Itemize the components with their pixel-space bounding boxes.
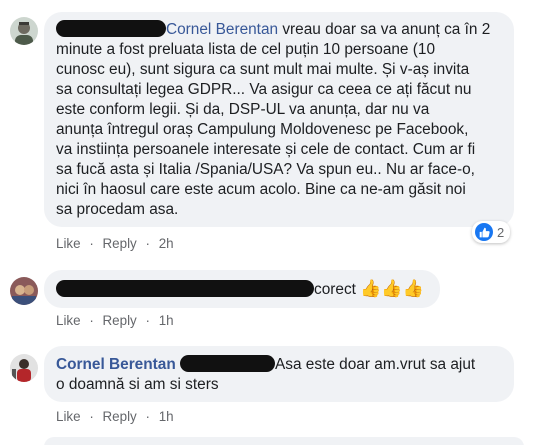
comment-actions: Like · Reply · 2h bbox=[56, 236, 179, 251]
comment-line: nici în haosul care este acum acolo. Bin… bbox=[56, 181, 466, 198]
comment-line: cunosc eu), sunt sigura ca sunt mult mai… bbox=[56, 61, 470, 78]
separator: · bbox=[145, 409, 150, 424]
comment-line: este conform legii. Și da, DSP-UL va anu… bbox=[56, 101, 430, 118]
separator: · bbox=[89, 313, 94, 328]
comment-line: o doamnă si am si sters bbox=[56, 376, 219, 393]
like-button[interactable]: Like bbox=[56, 236, 81, 251]
redacted-name bbox=[180, 355, 276, 372]
separator: · bbox=[145, 236, 150, 251]
avatar[interactable] bbox=[10, 354, 38, 382]
reply-button[interactable]: Reply bbox=[103, 409, 137, 424]
next-comment-bubble bbox=[44, 437, 524, 445]
comment-text: Cornel Berentan vreau doar sa va anunț c… bbox=[56, 20, 502, 220]
author-link[interactable]: Cornel Berentan bbox=[166, 21, 278, 38]
redacted-name bbox=[56, 280, 314, 297]
comment-line: sa procedam asa. bbox=[56, 201, 179, 218]
reply-button[interactable]: Reply bbox=[103, 236, 137, 251]
thumbs-up-icon bbox=[475, 223, 493, 241]
comment-text: corect bbox=[314, 281, 356, 298]
comment-line: va instiința persoanele interesate și ce… bbox=[56, 141, 476, 158]
reaction-badge[interactable]: 2 bbox=[472, 221, 511, 243]
comment-line: sa fucă asta și Italia /Spania/USA? Va s… bbox=[56, 161, 475, 178]
comment-bubble: corect 👍👍👍 bbox=[44, 270, 440, 308]
comment-bubble: Cornel Berentan vreau doar sa va anunț c… bbox=[44, 12, 514, 227]
reply-button[interactable]: Reply bbox=[103, 313, 137, 328]
avatar[interactable] bbox=[10, 17, 38, 45]
redacted-name bbox=[56, 20, 166, 37]
comment-line: Asa este doar am.vrut sa ajut bbox=[275, 356, 476, 373]
comment-actions: Like · Reply · 1h bbox=[56, 313, 179, 328]
separator: · bbox=[145, 313, 150, 328]
separator: · bbox=[89, 409, 94, 424]
separator: · bbox=[89, 236, 94, 251]
timestamp[interactable]: 1h bbox=[159, 313, 174, 328]
timestamp[interactable]: 1h bbox=[159, 409, 174, 424]
author-link[interactable]: Cornel Berentan bbox=[56, 356, 176, 373]
comment-line: minute a fost preluata lista de cel puți… bbox=[56, 41, 436, 58]
like-button[interactable]: Like bbox=[56, 313, 81, 328]
thumbs-up-emoji-icon: 👍👍👍 bbox=[360, 279, 424, 298]
avatar[interactable] bbox=[10, 277, 38, 305]
like-button[interactable]: Like bbox=[56, 409, 81, 424]
comment-line: vreau doar sa va anunț ca în 2 bbox=[282, 21, 491, 38]
comment-actions: Like · Reply · 1h bbox=[56, 409, 179, 424]
comment-bubble: Cornel Berentan Asa este doar am.vrut sa… bbox=[44, 346, 514, 402]
reaction-count: 2 bbox=[497, 224, 505, 240]
comment-line: sa consultați legea GDPR... Va asigur ca… bbox=[56, 81, 472, 98]
comment-line: anunța întregul oraș Campulung Moldovene… bbox=[56, 121, 469, 138]
timestamp[interactable]: 2h bbox=[159, 236, 174, 251]
